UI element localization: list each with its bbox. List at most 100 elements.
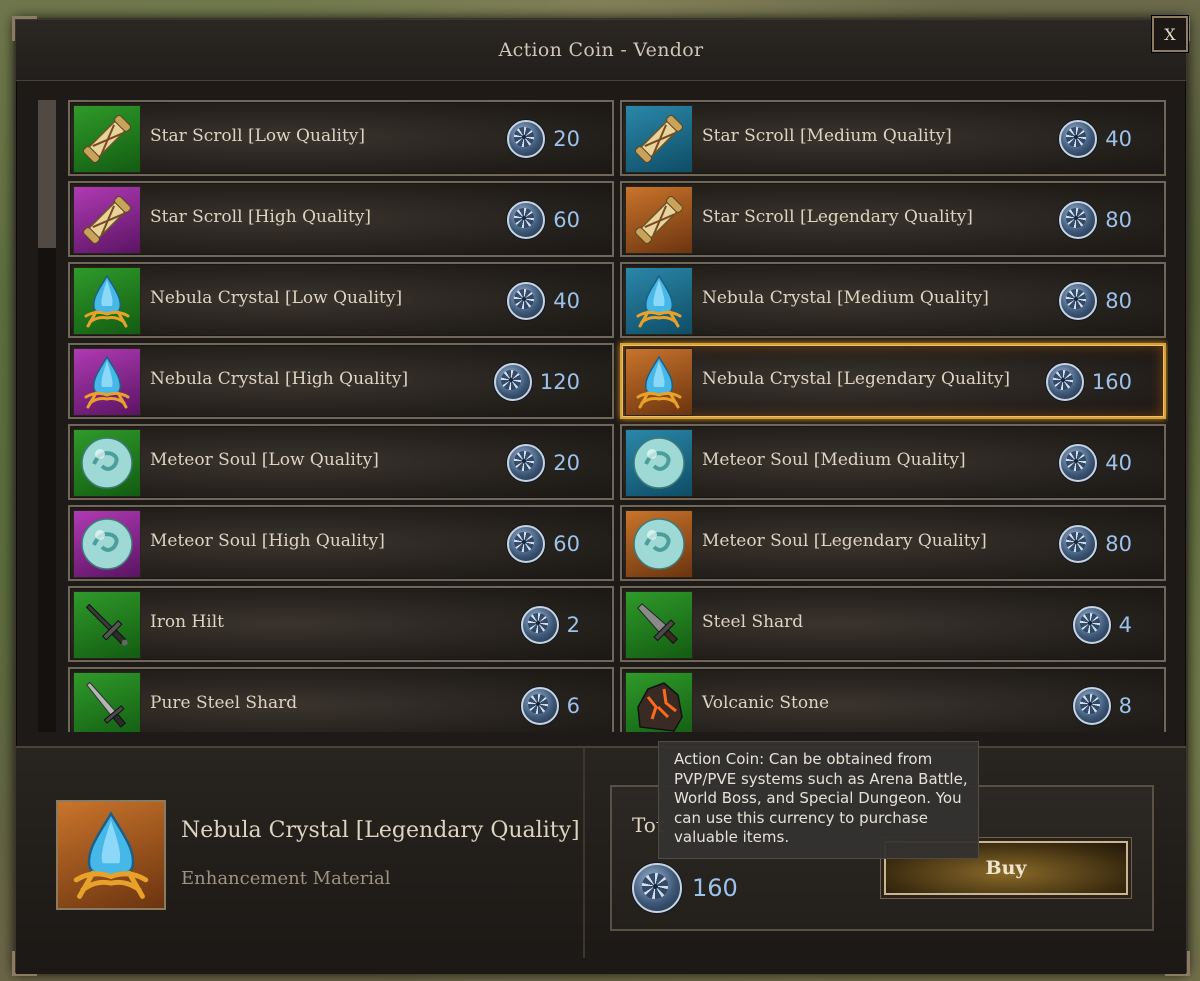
vendor-item-price: 80 <box>1059 282 1132 320</box>
action-coin-icon <box>632 863 682 913</box>
selected-item-icon <box>56 800 166 910</box>
price-value: 160 <box>1091 370 1132 394</box>
vendor-item[interactable]: Meteor Soul [Medium Quality] 40 <box>620 424 1166 500</box>
vendor-item-price: 20 <box>507 444 580 482</box>
vendor-item[interactable]: Steel Shard 4 <box>620 586 1166 662</box>
vendor-item[interactable]: Star Scroll [High Quality] 60 <box>68 181 614 257</box>
total-price: 160 <box>632 863 738 913</box>
scroll-icon <box>73 186 141 254</box>
vendor-item-price: 80 <box>1059 201 1132 239</box>
action-coin-icon <box>507 444 546 482</box>
price-value: 20 <box>553 127 580 151</box>
price-value: 40 <box>1105 451 1132 475</box>
vendor-item-price: 40 <box>1059 444 1132 482</box>
vendor-item-name: Star Scroll [Legendary Quality] <box>702 207 973 227</box>
vendor-item-name: Nebula Crystal [Legendary Quality] <box>702 369 1011 389</box>
currency-tooltip: Action Coin: Can be obtained from PVP/PV… <box>658 741 979 859</box>
price-value: 60 <box>553 208 580 232</box>
vendor-item[interactable]: Nebula Crystal [High Quality] 120 <box>68 343 614 419</box>
action-coin-icon <box>493 363 532 401</box>
title-bar: Action Coin - Vendor <box>16 20 1186 81</box>
price-value: 6 <box>566 694 580 718</box>
scroll-icon <box>625 186 693 254</box>
vendor-item-price: 120 <box>493 363 580 401</box>
close-button[interactable]: X <box>1152 16 1188 52</box>
purchase-panel: Nebula Crystal [Legendary Quality] Enhan… <box>16 746 1186 974</box>
action-coin-icon <box>1072 606 1111 644</box>
price-value: 2 <box>566 613 580 637</box>
vendor-item-price: 4 <box>1072 606 1132 644</box>
price-value: 40 <box>553 289 580 313</box>
stone-icon <box>625 672 693 732</box>
vendor-item-price: 20 <box>507 120 580 158</box>
scroll-icon <box>625 105 693 173</box>
vendor-item-price: 160 <box>1045 363 1132 401</box>
sword-icon <box>73 672 141 732</box>
action-coin-icon <box>507 201 546 239</box>
vendor-item-name: Nebula Crystal [Medium Quality] <box>702 288 989 308</box>
vendor-item[interactable]: Meteor Soul [High Quality] 60 <box>68 505 614 581</box>
vendor-window: Action Coin - Vendor X Star Scroll [Low … <box>12 16 1190 976</box>
orb-icon <box>625 510 693 578</box>
crystal-icon <box>625 348 693 416</box>
price-value: 20 <box>553 451 580 475</box>
vendor-item-name: Steel Shard <box>702 612 804 632</box>
vendor-item-price: 6 <box>520 687 580 725</box>
vendor-item-name: Star Scroll [High Quality] <box>150 207 372 227</box>
vendor-item[interactable]: Star Scroll [Legendary Quality] 80 <box>620 181 1166 257</box>
vendor-item-name: Meteor Soul [Low Quality] <box>150 450 379 470</box>
item-list-scrollbar[interactable] <box>38 100 56 732</box>
vendor-item[interactable]: Nebula Crystal [Medium Quality] 80 <box>620 262 1166 338</box>
vendor-item[interactable]: Iron Hilt 2 <box>68 586 614 662</box>
hilt-icon <box>73 591 141 659</box>
scroll-icon <box>73 105 141 173</box>
crystal-icon <box>73 267 141 335</box>
vendor-item-name: Nebula Crystal [Low Quality] <box>150 288 403 308</box>
vendor-item[interactable]: Nebula Crystal [Low Quality] 40 <box>68 262 614 338</box>
price-value: 4 <box>1118 613 1132 637</box>
vendor-item-name: Iron Hilt <box>150 612 224 632</box>
vendor-item[interactable]: Star Scroll [Medium Quality] 40 <box>620 100 1166 176</box>
vendor-item[interactable]: Star Scroll [Low Quality] 20 <box>68 100 614 176</box>
total-price-value: 160 <box>692 874 738 902</box>
orb-icon <box>73 429 141 497</box>
action-coin-icon <box>1059 525 1098 563</box>
vendor-item-price: 8 <box>1072 687 1132 725</box>
vendor-item-name: Star Scroll [Medium Quality] <box>702 126 952 146</box>
action-coin-icon <box>507 120 546 158</box>
vendor-item-name: Meteor Soul [Legendary Quality] <box>702 531 987 551</box>
action-coin-icon <box>1059 201 1098 239</box>
price-value: 60 <box>553 532 580 556</box>
orb-icon <box>73 510 141 578</box>
action-coin-icon <box>507 282 546 320</box>
action-coin-icon <box>1059 282 1098 320</box>
vendor-item-price: 60 <box>507 525 580 563</box>
vendor-item-price: 40 <box>1059 120 1132 158</box>
price-value: 120 <box>539 370 580 394</box>
vendor-item-name: Volcanic Stone <box>702 693 830 713</box>
vendor-item-name: Meteor Soul [High Quality] <box>150 531 385 551</box>
vendor-item[interactable]: Meteor Soul [Legendary Quality] 80 <box>620 505 1166 581</box>
vendor-item[interactable]: Volcanic Stone 8 <box>620 667 1166 732</box>
price-value: 80 <box>1105 289 1132 313</box>
vendor-item[interactable]: Nebula Crystal [Legendary Quality] 160 <box>620 343 1166 419</box>
panel-divider <box>583 748 585 958</box>
window-title: Action Coin - Vendor <box>498 39 704 61</box>
action-coin-icon <box>1045 363 1084 401</box>
shard-icon <box>625 591 693 659</box>
action-coin-icon <box>520 606 559 644</box>
vendor-item-name: Star Scroll [Low Quality] <box>150 126 366 146</box>
vendor-item[interactable]: Meteor Soul [Low Quality] 20 <box>68 424 614 500</box>
price-value: 40 <box>1105 127 1132 151</box>
action-coin-icon <box>1059 120 1098 158</box>
vendor-item[interactable]: Pure Steel Shard 6 <box>68 667 614 732</box>
action-coin-icon <box>520 687 559 725</box>
orb-icon <box>625 429 693 497</box>
scrollbar-thumb[interactable] <box>38 100 56 248</box>
action-coin-icon <box>1072 687 1111 725</box>
price-value: 80 <box>1105 208 1132 232</box>
crystal-icon <box>73 348 141 416</box>
action-coin-icon <box>507 525 546 563</box>
vendor-item-price: 2 <box>520 606 580 644</box>
vendor-item-price: 80 <box>1059 525 1132 563</box>
